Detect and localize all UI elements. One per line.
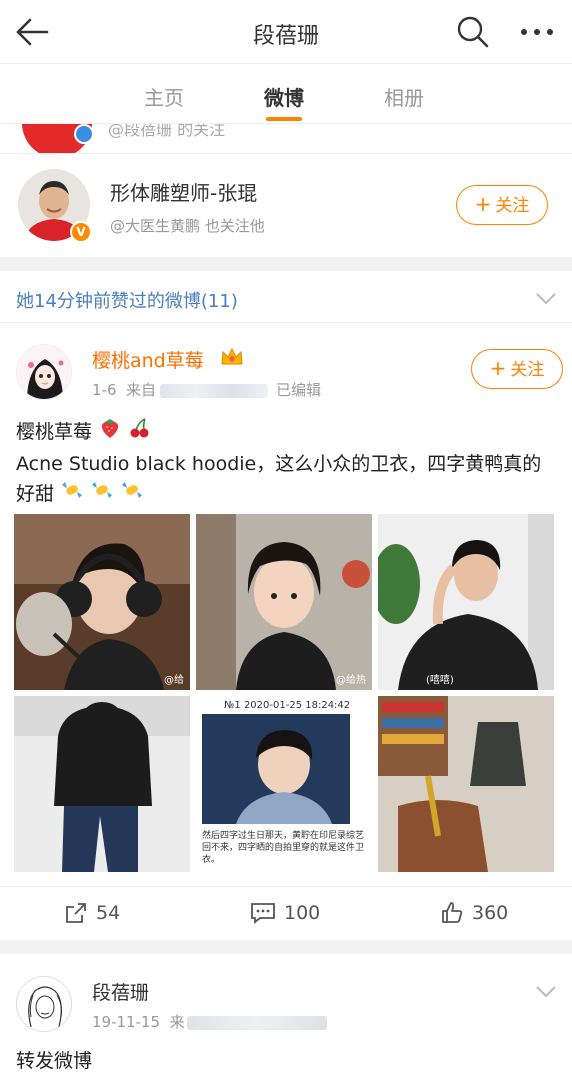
post-image[interactable]: №1 2020-01-25 18:24:42 然后四字过生日那天，黄聍在印尼录综…: [196, 696, 372, 872]
blurred-source: [186, 1015, 327, 1030]
weibo-post: 樱桃and草莓 1-6 来自 已编辑 + 关注 樱桃草莓 Acne Studio b…: [0, 324, 572, 940]
follow-label: 关注: [495, 196, 530, 216]
verified-icon: [74, 124, 94, 144]
plus-icon: +: [474, 192, 492, 216]
cutoff-text: @段蓓珊 的关注: [108, 124, 226, 139]
tab-home[interactable]: 主页: [124, 82, 204, 111]
post-author[interactable]: 段蓓珊: [92, 978, 149, 1005]
recommended-user-subtitle: @大医生黄鹏 也关注他: [110, 217, 265, 235]
post-image[interactable]: [378, 696, 554, 872]
post-text: 转发微博: [16, 1050, 93, 1072]
tab-album[interactable]: 相册: [364, 82, 444, 111]
post-text: 樱桃草莓 Acne Studio black hoodie，这么小众的卫衣，四字…: [16, 416, 556, 510]
section-divider: [0, 940, 572, 954]
post-source-prefix: 来: [169, 1013, 185, 1031]
post-author[interactable]: 樱桃and草莓: [92, 346, 204, 373]
thumbs-up-icon: [442, 902, 463, 923]
recommended-user-row[interactable]: V 形体雕塑师-张琨 @大医生黄鹏 也关注他 + 关注: [0, 155, 572, 257]
comment-count: 100: [284, 902, 321, 924]
cutoff-follow-row: @段蓓珊 的关注: [0, 124, 572, 154]
post-image[interactable]: [14, 696, 190, 872]
repost-button[interactable]: 54: [64, 901, 120, 925]
post-image[interactable]: @给热: [196, 514, 372, 690]
profile-tabs: 主页 微博 相册: [0, 64, 572, 124]
image-body-text: 然后四字过生日那天，黄聍在印尼录综艺回不来，四字晒的自拍里穿的就是这件卫衣。: [202, 831, 365, 865]
weibo-post: 段蓓珊 19-11-15 来 转发微博: [0, 954, 572, 1079]
post-date: 19-11-15: [92, 1013, 161, 1031]
post-action-bar: 54 100 360: [0, 886, 572, 940]
liked-posts-bar[interactable]: 她14分钟前赞过的微博(11): [0, 271, 572, 323]
post-edited: 已编辑: [276, 381, 322, 399]
blurred-source: [160, 383, 269, 398]
cherry-icon: [128, 416, 152, 449]
search-icon[interactable]: [455, 14, 491, 50]
section-divider: [0, 257, 572, 271]
verified-badge-icon: V: [70, 221, 92, 243]
follow-button[interactable]: + 关注: [456, 185, 548, 225]
crown-badge-icon: [220, 346, 244, 368]
image-header-text: №1 2020-01-25 18:24:42: [224, 700, 351, 711]
avatar[interactable]: [16, 344, 72, 400]
post-meta: 1-6 来自 已编辑: [92, 379, 321, 400]
chevron-down-icon[interactable]: [535, 984, 557, 998]
candy-icon: [90, 479, 114, 510]
top-bar: 段蓓珊: [0, 0, 572, 64]
candy-icon: [60, 479, 84, 510]
liked-posts-label: 她14分钟前赞过的微博(11): [16, 291, 238, 312]
post-source-prefix: 来自: [126, 381, 157, 399]
image-caption: @给: [164, 675, 184, 686]
post-image[interactable]: @给: [14, 514, 190, 690]
like-count: 360: [472, 902, 509, 924]
repost-icon: [66, 903, 86, 923]
post-date: 1-6: [92, 381, 117, 399]
active-tab-indicator: [266, 117, 302, 121]
follow-button[interactable]: + 关注: [471, 349, 563, 389]
repost-count: 54: [96, 902, 121, 924]
post-meta: 19-11-15 来: [92, 1011, 327, 1032]
candy-icon: [120, 479, 144, 510]
avatar[interactable]: [16, 976, 72, 1032]
comment-button[interactable]: 100: [250, 901, 320, 925]
chevron-down-icon[interactable]: [535, 291, 557, 305]
image-caption: (嘻嘻): [426, 675, 454, 686]
image-caption: @给热: [336, 675, 366, 686]
tab-weibo[interactable]: 微博: [244, 82, 324, 111]
recommended-user-name[interactable]: 形体雕塑师-张琨: [110, 177, 257, 206]
like-button[interactable]: 360: [440, 901, 508, 925]
comment-icon: [251, 903, 275, 924]
follow-label: 关注: [510, 360, 545, 380]
post-text-line1: 樱桃草莓: [16, 421, 93, 443]
strawberry-icon: [98, 416, 122, 449]
post-image[interactable]: (嘻嘻): [378, 514, 554, 690]
plus-icon: +: [489, 356, 507, 380]
more-icon[interactable]: [518, 18, 558, 46]
